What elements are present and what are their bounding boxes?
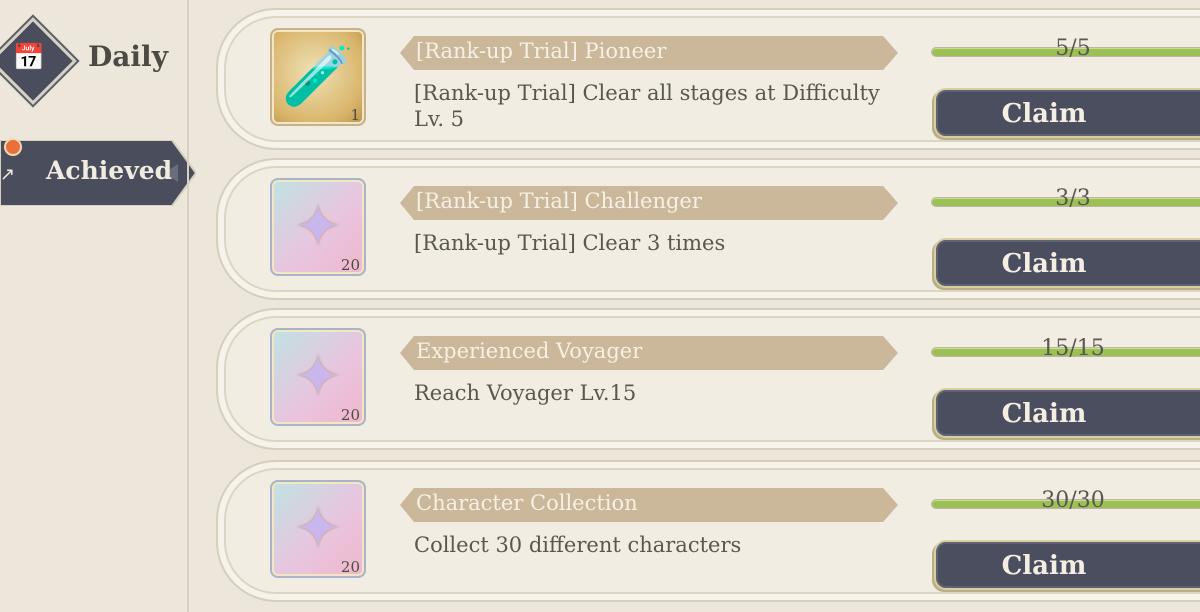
mission-title-banner: [Rank-up Trial] Challenger bbox=[400, 186, 898, 220]
mission-card: 🧪 1 [Rank-up Trial] Pioneer [Rank-up Tri… bbox=[216, 8, 1200, 150]
mission-description: Reach Voyager Lv.15 bbox=[414, 381, 637, 405]
tab-daily-label: Daily bbox=[88, 40, 168, 73]
progress-text: 15/15 bbox=[1041, 336, 1105, 361]
star-crystal-icon: ✦ bbox=[293, 494, 343, 562]
mission-card: ✦ 20 Character Collection Collect 30 dif… bbox=[216, 460, 1200, 602]
reward-count: 1 bbox=[350, 106, 360, 124]
claim-button[interactable]: Claim bbox=[934, 388, 1200, 438]
mission-card: ✦ 20 [Rank-up Trial] Challenger [Rank-up… bbox=[216, 158, 1200, 300]
tab-daily[interactable]: 📅 Daily bbox=[0, 17, 180, 105]
mission-title-banner: Character Collection bbox=[400, 488, 898, 522]
potion-icon: 🧪 bbox=[281, 42, 355, 110]
reward-item[interactable]: ✦ 20 bbox=[270, 480, 366, 578]
mission-description: Collect 30 different characters bbox=[414, 533, 742, 557]
mission-card: ✦ 20 Experienced Voyager Reach Voyager L… bbox=[216, 308, 1200, 450]
reward-count: 20 bbox=[340, 406, 360, 424]
reward-item[interactable]: 🧪 1 bbox=[270, 28, 366, 126]
mission-description: [Rank-up Trial] Clear all stages at Diff… bbox=[414, 81, 880, 131]
sidebar-divider bbox=[187, 0, 189, 612]
progress-text: 3/3 bbox=[1055, 186, 1091, 211]
mission-title-banner: [Rank-up Trial] Pioneer bbox=[400, 36, 898, 70]
mission-description: [Rank-up Trial] Clear 3 times bbox=[414, 231, 726, 255]
progress-text: 5/5 bbox=[1055, 36, 1091, 61]
mission-title-banner: Experienced Voyager bbox=[400, 336, 898, 370]
tab-achieved-label: Achieved bbox=[46, 156, 173, 185]
mission-title: Experienced Voyager bbox=[416, 339, 643, 363]
mission-title: [Rank-up Trial] Challenger bbox=[416, 189, 702, 213]
progress-text: 30/30 bbox=[1041, 488, 1105, 513]
reward-item[interactable]: ✦ 20 bbox=[270, 328, 366, 426]
claim-button[interactable]: Claim bbox=[934, 540, 1200, 590]
star-crystal-icon: ✦ bbox=[293, 342, 343, 410]
arrow-icon: ↗ bbox=[0, 164, 16, 185]
tab-achieved[interactable]: ↗ Achieved bbox=[0, 134, 196, 206]
sidebar: 📅 Daily ↗ Achieved bbox=[0, 0, 196, 612]
calendar-icon: 📅 bbox=[12, 43, 46, 73]
claim-button[interactable]: Claim bbox=[934, 238, 1200, 288]
reward-count: 20 bbox=[340, 256, 360, 274]
reward-count: 20 bbox=[340, 558, 360, 576]
reward-item[interactable]: ✦ 20 bbox=[270, 178, 366, 276]
claim-button[interactable]: Claim bbox=[934, 88, 1200, 138]
star-crystal-icon: ✦ bbox=[293, 192, 343, 260]
mission-title: [Rank-up Trial] Pioneer bbox=[416, 39, 667, 63]
mission-title: Character Collection bbox=[416, 491, 638, 515]
